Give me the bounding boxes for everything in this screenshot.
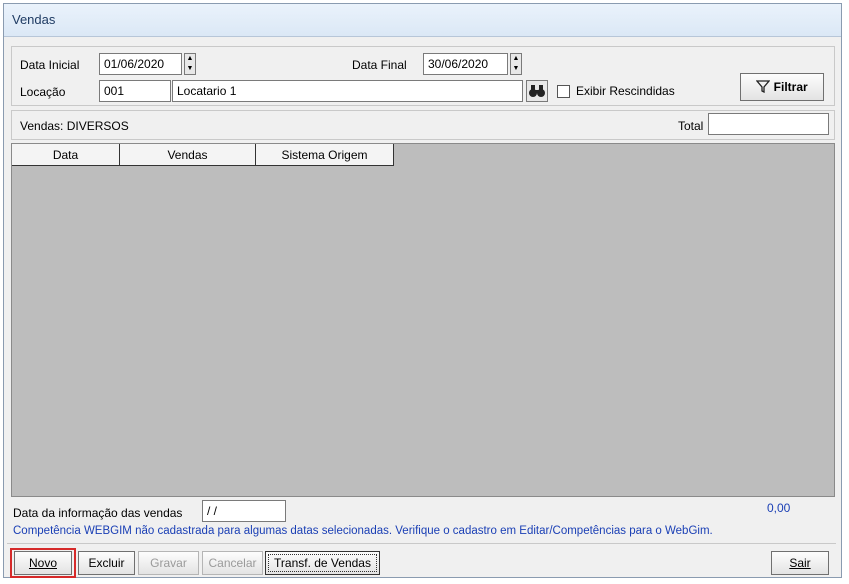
spin-down-icon[interactable]: ▼ bbox=[511, 64, 521, 74]
data-inicial-label: Data Inicial bbox=[20, 58, 80, 72]
spin-up-icon[interactable]: ▲ bbox=[185, 54, 195, 64]
exibir-rescindidas-label: Exibir Rescindidas bbox=[576, 84, 675, 98]
novo-button[interactable]: Novo bbox=[14, 551, 72, 575]
webgim-warning: Competência WEBGIM não cadastrada para a… bbox=[13, 525, 713, 537]
spin-down-icon[interactable]: ▼ bbox=[185, 64, 195, 74]
funnel-icon bbox=[755, 80, 771, 94]
vendas-summary-label: Vendas: DIVERSOS bbox=[20, 119, 129, 133]
data-informacao-field[interactable]: / / bbox=[202, 500, 286, 522]
cancelar-button[interactable]: Cancelar bbox=[202, 551, 263, 575]
sair-label: Sair bbox=[789, 556, 811, 570]
column-header-vendas[interactable]: Vendas bbox=[120, 144, 256, 166]
data-inicial-spinner[interactable]: ▲ ▼ bbox=[184, 53, 196, 75]
novo-label: Novo bbox=[28, 556, 57, 570]
column-header-sistema-origem[interactable]: Sistema Origem bbox=[256, 144, 394, 166]
transf-vendas-label: Transf. de Vendas bbox=[274, 556, 371, 570]
data-informacao-label: Data da informação das vendas bbox=[13, 506, 183, 520]
window-title: Vendas bbox=[12, 12, 56, 27]
exibir-rescindidas-checkbox[interactable] bbox=[557, 85, 570, 98]
footer-divider bbox=[7, 543, 836, 544]
filtrar-label: Filtrar bbox=[773, 80, 808, 94]
data-final-field[interactable]: 30/06/2020 bbox=[423, 53, 508, 75]
sair-button[interactable]: Sair bbox=[771, 551, 829, 575]
vendas-grid[interactable]: Data Vendas Sistema Origem bbox=[11, 143, 835, 497]
excluir-label: Excluir bbox=[88, 556, 125, 570]
search-locacao-button[interactable] bbox=[526, 80, 548, 102]
data-final-spinner[interactable]: ▲ ▼ bbox=[510, 53, 522, 75]
locacao-code-field[interactable]: 001 bbox=[99, 80, 171, 102]
total-amount: 0,00 bbox=[767, 501, 791, 515]
data-inicial-field[interactable]: 01/06/2020 bbox=[99, 53, 182, 75]
transf-vendas-button[interactable]: Transf. de Vendas bbox=[265, 551, 380, 575]
filtrar-button[interactable]: Filtrar bbox=[740, 73, 824, 101]
binoculars-icon bbox=[529, 85, 545, 97]
gravar-button[interactable]: Gravar bbox=[138, 551, 199, 575]
total-label: Total bbox=[678, 119, 704, 133]
vendas-window: Vendas Data Inicial 01/06/2020 ▲ ▼ Data F… bbox=[3, 3, 842, 578]
spin-up-icon[interactable]: ▲ bbox=[511, 54, 521, 64]
total-field[interactable] bbox=[708, 113, 829, 135]
cancelar-label: Cancelar bbox=[208, 556, 257, 570]
excluir-button[interactable]: Excluir bbox=[78, 551, 135, 575]
gravar-label: Gravar bbox=[150, 556, 187, 570]
locacao-name-field[interactable]: Locatario 1 bbox=[172, 80, 523, 102]
title-bar: Vendas bbox=[4, 4, 841, 37]
column-header-data[interactable]: Data bbox=[12, 144, 120, 166]
data-final-label: Data Final bbox=[352, 58, 407, 72]
locacao-label: Locação bbox=[20, 85, 66, 99]
